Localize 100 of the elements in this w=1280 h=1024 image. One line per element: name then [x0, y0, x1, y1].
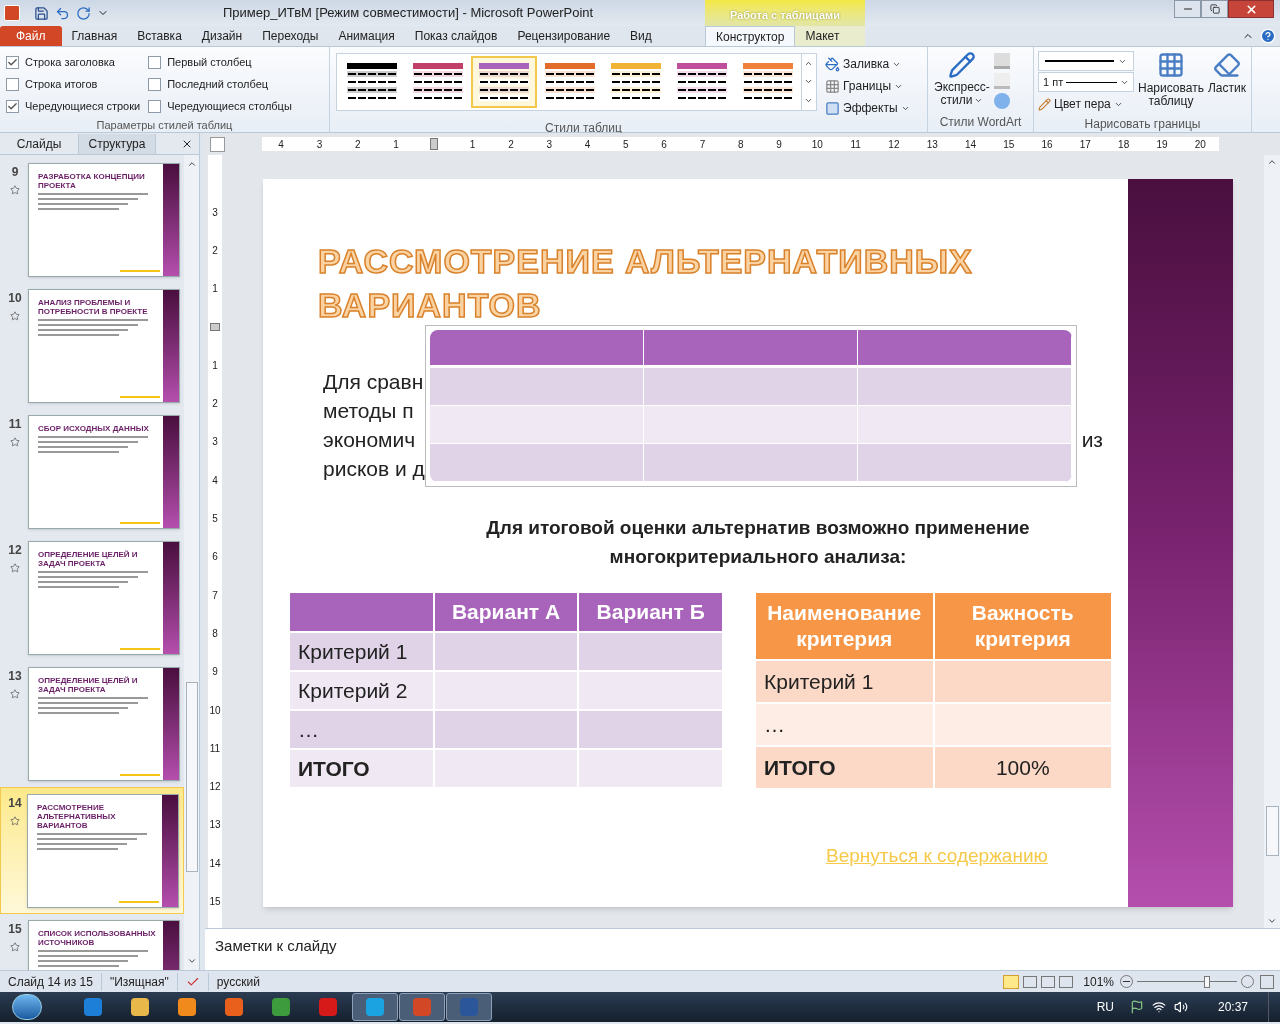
- minimize-button[interactable]: [1174, 0, 1201, 18]
- ruler-number: 7: [699, 137, 706, 152]
- slide-subtitle: Для итоговой оценки альтернатив возможно применение многокритериального анализа:: [485, 516, 1031, 569]
- indent-marker-icon[interactable]: [430, 138, 439, 150]
- swatch-row: [479, 87, 529, 93]
- swatch-row: [347, 87, 397, 93]
- checkbox-label: Строка заголовка: [25, 54, 115, 70]
- ruler-number: 3: [316, 137, 323, 152]
- zoom-level: 101%: [1083, 973, 1114, 991]
- reading-view-icon[interactable]: [1041, 975, 1056, 988]
- borders-icon: [825, 78, 840, 94]
- pen-style-dropdown[interactable]: [1038, 51, 1134, 71]
- gallery-scrollbar[interactable]: [801, 54, 814, 110]
- slide-thumbnail[interactable]: СПИСОК ИСПОЛЬЗОВАННЫХ ИСТОЧНИКОВ: [28, 920, 180, 970]
- checkbox[interactable]: [6, 55, 19, 69]
- slide-thumbnail[interactable]: РАССМОТРЕНИЕ АЛЬТЕРНАТИВНЫХ ВАРИАНТОВ: [27, 794, 179, 908]
- vertical-ruler[interactable]: 3 2 1 1 2 3 4 5 6 7 8 9 10 11 12 13 14 15: [208, 155, 222, 928]
- slide-number: 11: [8, 416, 22, 433]
- ribbon-tab[interactable]: Главная: [61, 26, 128, 46]
- quick-styles-button[interactable]: Экспресс- стили: [934, 51, 990, 113]
- scroll-up-icon[interactable]: [1267, 157, 1277, 167]
- input-language[interactable]: RU: [1096, 998, 1114, 1016]
- zoom-slider[interactable]: [1137, 974, 1237, 989]
- slide-number: 13: [8, 668, 22, 685]
- thumbnail-title: СПИСОК ИСПОЛЬЗОВАННЫХ ИСТОЧНИКОВ: [38, 929, 157, 947]
- scrollbar-thumb[interactable]: [1265, 806, 1279, 856]
- notes-placeholder[interactable]: Заметки к слайду: [215, 937, 337, 954]
- slide-thumbnail[interactable]: АНАЛИЗ ПРОБЛЕМЫ И ПОТРЕБНОСТИ В ПРОЕКТЕ: [28, 289, 180, 403]
- ruler-number: 14: [209, 856, 221, 871]
- draw-table-button[interactable]: Нарисовать таблицу: [1138, 51, 1204, 115]
- star-icon: [10, 563, 20, 573]
- indent-marker-icon[interactable]: [210, 323, 220, 332]
- sorter-view-icon[interactable]: [1023, 975, 1038, 988]
- selected-slide-item[interactable]: 14 РАССМОТРЕНИЕ АЛЬТЕРНАТИВНЫХ ВАРИАНТОВ: [0, 787, 184, 914]
- checkbox[interactable]: [148, 55, 162, 69]
- redo-icon[interactable]: [76, 5, 91, 21]
- ruler-number: 3: [546, 137, 552, 152]
- scrollbar-thumb[interactable]: [185, 682, 198, 872]
- checkbox[interactable]: [6, 77, 19, 91]
- ribbon-tab[interactable]: Макет: [795, 26, 850, 46]
- action-center-icon[interactable]: [1129, 1000, 1144, 1014]
- ruler-number: 13: [209, 818, 221, 833]
- fit-slide-icon[interactable]: [1260, 974, 1274, 989]
- slide-thumbnail[interactable]: РАЗРАБОТКА КОНЦЕПЦИИ ПРОЕКТА: [28, 163, 180, 277]
- scroll-down-icon[interactable]: [186, 956, 197, 966]
- save-icon[interactable]: [34, 5, 49, 21]
- ribbon-dropdown-button[interactable]: Заливка: [825, 53, 910, 75]
- checkbox[interactable]: [148, 77, 162, 91]
- ruler-number: 17: [1079, 137, 1091, 152]
- slide-counter: Слайд 14 из 15: [0, 972, 102, 991]
- scroll-down-icon[interactable]: [1267, 916, 1277, 926]
- ribbon-tab[interactable]: Вставка: [127, 26, 192, 46]
- checkbox[interactable]: [6, 99, 19, 113]
- close-button[interactable]: [1228, 0, 1274, 18]
- slide-thumbnail[interactable]: ОПРЕДЕЛЕНИЕ ЦЕЛЕЙ И ЗАДАЧ ПРОЕКТА: [28, 667, 180, 781]
- tab-selector-button[interactable]: [210, 136, 225, 152]
- pen-color-button[interactable]: Цвет пера: [1038, 93, 1134, 115]
- empty-table[interactable]: [425, 325, 1077, 487]
- slide-thumbnail[interactable]: ОПРЕДЕЛЕНИЕ ЦЕЛЕЙ И ЗАДАЧ ПРОЕКТА: [28, 541, 180, 655]
- panel-scrollbar[interactable]: [184, 155, 199, 970]
- ribbon-tab[interactable]: Показ слайдов: [404, 26, 508, 46]
- ruler-number: 12: [888, 137, 900, 152]
- start-button[interactable]: [12, 994, 42, 1020]
- undo-icon[interactable]: [55, 5, 70, 21]
- swatch-row: [611, 87, 661, 93]
- editor-scrollbar[interactable]: [1264, 155, 1280, 928]
- panel-tab[interactable]: Структура: [78, 134, 156, 154]
- ruler-number: 16: [1041, 137, 1053, 152]
- help-icon[interactable]: [1260, 28, 1276, 44]
- ribbon-tab[interactable]: Файл: [0, 26, 62, 46]
- text-fill-icon[interactable]: [993, 53, 1010, 69]
- ribbon-dropdown-button[interactable]: Границы: [825, 75, 910, 97]
- zoom-slider-thumb[interactable]: [1204, 975, 1210, 988]
- clock[interactable]: 20:37: [1217, 998, 1248, 1016]
- ribbon-tab[interactable]: Рецензирование: [507, 26, 621, 46]
- table-style-swatch[interactable]: [471, 56, 537, 108]
- slide-thumbnail[interactable]: СБОР ИСХОДНЫХ ДАННЫХ: [28, 415, 180, 529]
- slideshow-view-icon[interactable]: [1059, 975, 1074, 988]
- restore-button[interactable]: [1201, 0, 1228, 18]
- swatch-row: [611, 71, 661, 77]
- checkbox[interactable]: [148, 99, 162, 113]
- close-icon: [1244, 2, 1258, 16]
- ribbon-tab[interactable]: Дизайн: [191, 26, 253, 46]
- ribbon-dropdown-button[interactable]: Эффекты: [825, 97, 910, 119]
- star-icon: [10, 311, 20, 321]
- scroll-up-icon[interactable]: [186, 159, 197, 169]
- volume-icon[interactable]: [1173, 1000, 1188, 1014]
- pen-weight-dropdown[interactable]: 1 пт: [1038, 72, 1134, 92]
- slide-number: 12: [8, 542, 22, 559]
- ruler-number: 2: [212, 243, 218, 258]
- ribbon-tab[interactable]: Анимация: [328, 26, 405, 46]
- ribbon-tab[interactable]: Переходы: [252, 26, 329, 46]
- close-panel-icon[interactable]: [181, 138, 193, 150]
- ribbon-tab[interactable]: Конструктор: [705, 26, 796, 46]
- eraser-button[interactable]: Ластик: [1207, 51, 1246, 115]
- ribbon-tab[interactable]: Вид: [620, 26, 662, 46]
- ruler-number: 14: [964, 137, 977, 152]
- network-icon[interactable]: [1151, 1000, 1166, 1014]
- horizontal-ruler[interactable]: 4 3 2 1 1 2 3 4 5 6 7 8 9 10 11 12 13 14 15 16 17 18 19 20: [262, 137, 1220, 151]
- thumbnail-title: ОПРЕДЕЛЕНИЕ ЦЕЛЕЙ И ЗАДАЧ ПРОЕКТА: [38, 550, 139, 568]
